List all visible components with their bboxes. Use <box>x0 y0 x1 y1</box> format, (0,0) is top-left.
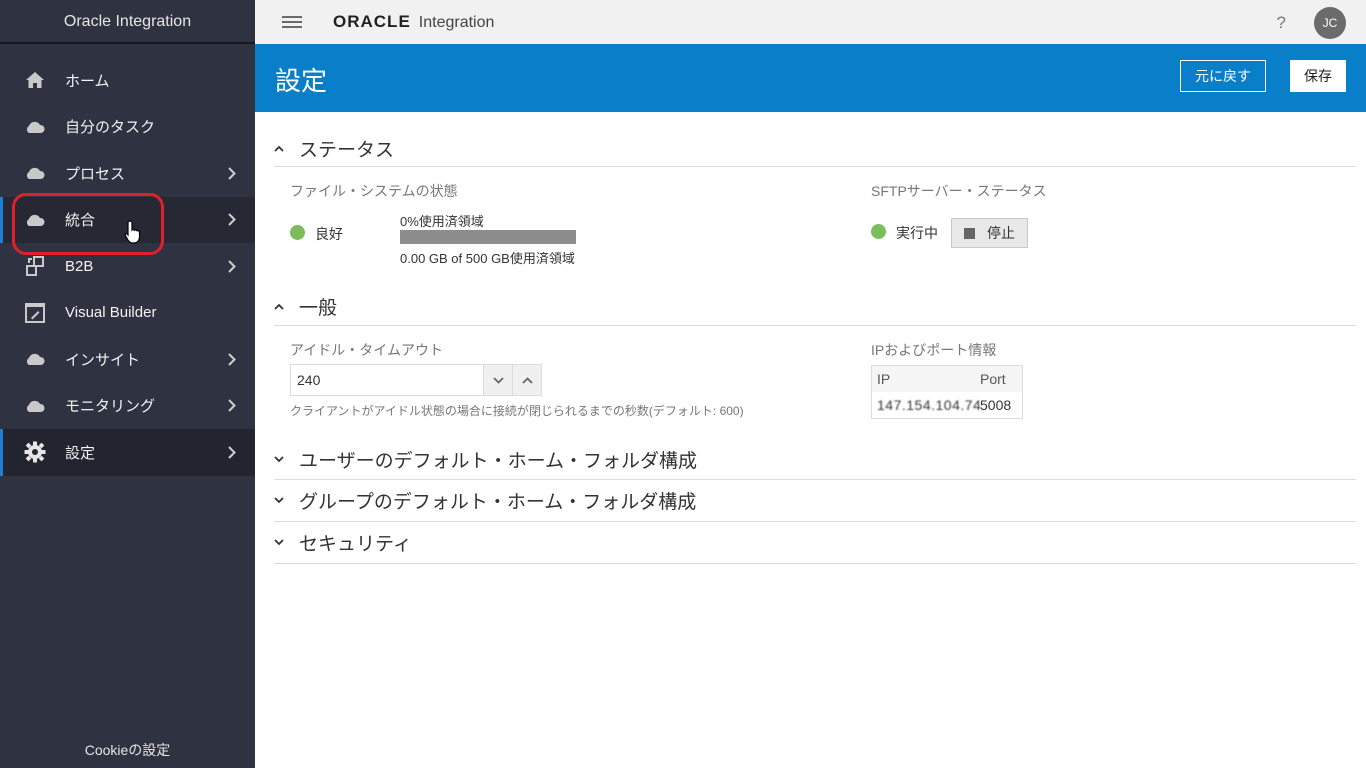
product-name: Integration <box>418 14 495 31</box>
status-ok-dot <box>871 224 886 239</box>
chevron-up-icon <box>274 145 299 152</box>
fs-status-label: ファイル・システムの状態 <box>290 183 458 199</box>
sidebar: Oracle Integration ホーム 自分のタスク プロセス 統合 B2… <box>0 0 255 768</box>
stop-icon <box>964 227 975 239</box>
fs-usage-percent: 0%使用済領域 <box>400 214 484 229</box>
fs-status-value: 良好 <box>315 226 343 242</box>
settings-content: ステータス ファイル・システムの状態 良好 0%使用済領域 0.00 GB of… <box>274 112 1356 564</box>
sidebar-item-visual-builder[interactable]: Visual Builder <box>0 290 255 337</box>
sidebar-title: Oracle Integration <box>0 0 255 44</box>
cookie-settings-link[interactable]: Cookieの設定 <box>0 740 255 760</box>
ip-address: 147.154.104.74 <box>877 397 982 413</box>
status-ok-dot <box>290 225 305 240</box>
user-avatar[interactable]: JC <box>1314 7 1346 39</box>
cloud-icon <box>24 348 46 370</box>
increment-button[interactable] <box>512 365 541 395</box>
ip-column-header: IP <box>877 371 891 387</box>
ip-port-table: IP Port 147.154.104.74 5008 <box>871 365 1023 419</box>
section-general-header[interactable]: 一般 <box>274 287 1356 326</box>
stop-button[interactable]: 停止 <box>951 218 1028 248</box>
section-title: ステータス <box>299 139 395 161</box>
b2b-icon <box>24 255 46 277</box>
chevron-right-icon <box>217 399 247 412</box>
chevron-up-icon <box>274 303 299 310</box>
cloud-icon <box>24 162 46 184</box>
section-security-header[interactable]: セキュリティ <box>274 522 1356 564</box>
sidebar-item-monitoring[interactable]: モニタリング <box>0 383 255 430</box>
idle-timeout-label: アイドル・タイムアウト <box>290 342 444 358</box>
sidebar-item-integration[interactable]: 統合 <box>0 196 255 243</box>
section-title: グループのデフォルト・ホーム・フォルダ構成 <box>299 492 697 513</box>
idle-timeout-input[interactable]: 240 <box>291 365 483 395</box>
sidebar-item-label: 統合 <box>65 212 96 230</box>
table-header: IP Port <box>872 366 1022 392</box>
sidebar-item-settings[interactable]: 設定 <box>0 429 255 476</box>
help-icon[interactable]: ? <box>1277 13 1286 33</box>
brand-name: ORACLE <box>333 12 411 31</box>
chevron-right-icon <box>217 167 247 180</box>
table-row: 147.154.104.74 5008 <box>872 392 1022 418</box>
page-title: 設定 <box>275 66 328 96</box>
sidebar-item-label: プロセス <box>65 165 126 183</box>
section-title: ユーザーのデフォルト・ホーム・フォルダ構成 <box>299 451 698 472</box>
sidebar-item-label: モニタリング <box>65 398 156 416</box>
chevron-down-icon <box>274 539 299 546</box>
top-bar: ORACLE Integration ? JC <box>255 0 1366 44</box>
idle-timeout-hint: クライアントがアイドル状態の場合に接続が閉じられるまでの秒数(デフォルト: 60… <box>290 404 744 418</box>
home-icon <box>24 69 46 91</box>
ip-port-label: IPおよびポート情報 <box>871 342 997 358</box>
sidebar-item-b2b[interactable]: B2B <box>0 243 255 290</box>
cloud-icon <box>24 116 46 138</box>
section-title: セキュリティ <box>299 534 412 555</box>
chevron-right-icon <box>217 260 247 273</box>
save-button[interactable]: 保存 <box>1290 60 1346 92</box>
chevron-right-icon <box>217 213 247 226</box>
chevron-down-icon <box>274 497 299 504</box>
decrement-button[interactable] <box>483 365 512 395</box>
sidebar-item-insight[interactable]: インサイト <box>0 336 255 383</box>
sidebar-item-home[interactable]: ホーム <box>0 57 255 104</box>
sftp-status-label: SFTPサーバー・ステータス <box>871 183 1047 199</box>
port-number: 5008 <box>980 397 1012 413</box>
chevron-down-icon <box>274 456 299 463</box>
sidebar-item-label: 設定 <box>65 444 96 462</box>
section-status-header[interactable]: ステータス <box>274 130 1356 167</box>
gear-icon <box>24 441 46 463</box>
chevron-up-icon <box>521 376 533 384</box>
fs-usage-bar <box>400 230 576 244</box>
stop-label: 停止 <box>987 225 1015 241</box>
idle-timeout-stepper[interactable]: 240 <box>290 364 542 396</box>
edit-window-icon <box>24 302 46 324</box>
sidebar-item-label: B2B <box>65 257 94 275</box>
sidebar-item-my-tasks[interactable]: 自分のタスク <box>0 104 255 151</box>
sidebar-item-label: Visual Builder <box>65 304 157 322</box>
oracle-logo: ORACLE Integration <box>333 12 494 32</box>
chevron-down-icon <box>492 376 504 384</box>
chevron-right-icon <box>217 446 247 459</box>
cloud-icon <box>24 209 46 231</box>
sftp-status-value: 実行中 <box>896 225 938 241</box>
sidebar-item-label: 自分のタスク <box>65 119 156 137</box>
sidebar-item-process[interactable]: プロセス <box>0 150 255 197</box>
cloud-icon <box>24 395 46 417</box>
port-column-header: Port <box>980 371 1006 387</box>
sidebar-item-label: インサイト <box>65 351 141 369</box>
hamburger-menu-icon[interactable] <box>282 13 302 31</box>
page-header: 設定 元に戻す 保存 <box>255 44 1366 112</box>
chevron-right-icon <box>217 353 247 366</box>
fs-usage-detail: 0.00 GB of 500 GB使用済領域 <box>400 251 575 266</box>
section-title: 一般 <box>299 297 338 319</box>
sidebar-nav: ホーム 自分のタスク プロセス 統合 B2B Visual Builder イン… <box>0 57 255 476</box>
section-group-home-header[interactable]: グループのデフォルト・ホーム・フォルダ構成 <box>274 480 1356 522</box>
section-user-home-header[interactable]: ユーザーのデフォルト・ホーム・フォルダ構成 <box>274 440 1356 480</box>
sidebar-item-label: ホーム <box>65 72 110 90</box>
revert-button[interactable]: 元に戻す <box>1180 60 1266 92</box>
